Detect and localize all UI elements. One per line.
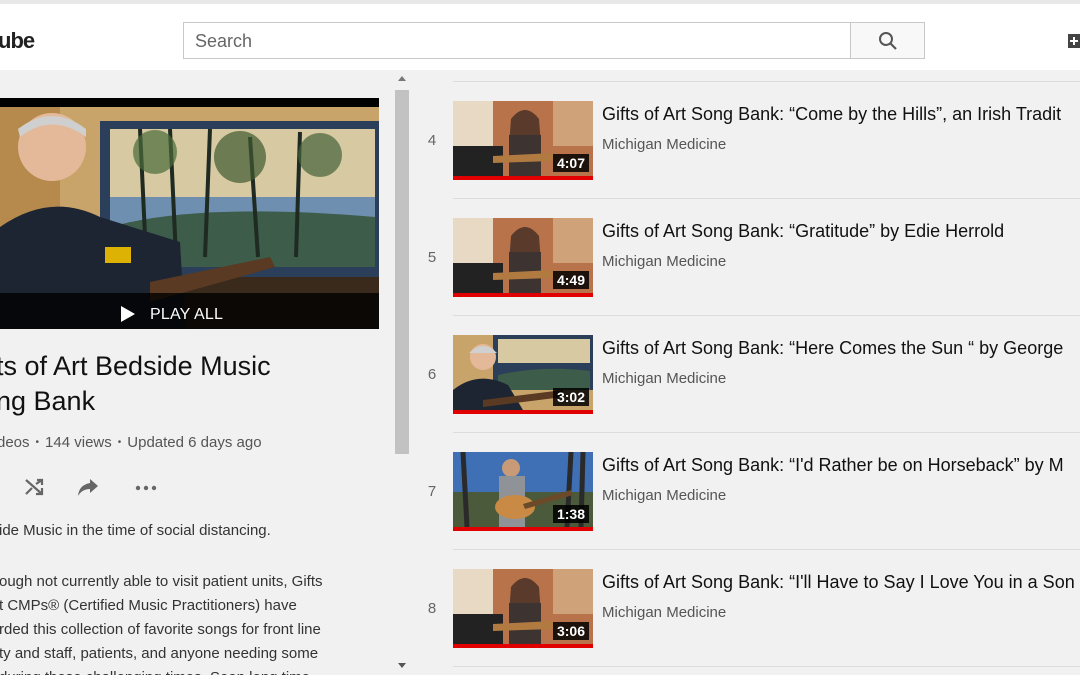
video-index: 6 bbox=[427, 366, 437, 383]
search-icon bbox=[879, 32, 897, 50]
playlist-sidebar: PLAY ALL ts of Art Bedside Music ng Bank… bbox=[0, 70, 390, 675]
duration-badge: 1:38 bbox=[552, 505, 589, 523]
search-input[interactable]: Search bbox=[183, 22, 851, 59]
playlist-hero-thumbnail[interactable]: PLAY ALL bbox=[0, 98, 379, 329]
channel-name[interactable]: Michigan Medicine bbox=[602, 370, 726, 387]
video-index: 8 bbox=[427, 600, 437, 617]
video-title[interactable]: Gifts of Art Song Bank: “Gratitude” by E… bbox=[602, 221, 1004, 242]
video-index: 7 bbox=[427, 483, 437, 500]
playlist-actions bbox=[0, 475, 200, 501]
description-line: ough not currently able to visit patient… bbox=[0, 573, 323, 590]
description-body: ough not currently able to visit patient… bbox=[0, 570, 359, 675]
channel-name[interactable]: Michigan Medicine bbox=[602, 136, 726, 153]
play-all-button[interactable]: PLAY ALL bbox=[0, 293, 379, 329]
playlist-video-list: 4 4:07 Gifts of Art Song Bank: “Come by … bbox=[412, 70, 1080, 675]
description-line: t CMPs® (Certified Music Practitioners) … bbox=[0, 597, 297, 614]
create-video-icon[interactable] bbox=[1068, 34, 1080, 48]
video-title[interactable]: Gifts of Art Song Bank: “I'd Rather be o… bbox=[602, 455, 1064, 476]
playlist-title-line2: ng Bank bbox=[0, 386, 96, 416]
playlist-stats: deos • 144 views • Updated 6 days ago bbox=[0, 434, 262, 451]
video-index: 4 bbox=[427, 132, 437, 149]
description-summary: ide Music in the time of social distanci… bbox=[0, 522, 271, 539]
description-line: during these challenging times. Soon lon… bbox=[0, 666, 359, 675]
channel-name[interactable]: Michigan Medicine bbox=[602, 487, 726, 504]
list-item[interactable]: 4 4:07 Gifts of Art Song Bank: “Come by … bbox=[412, 70, 1080, 187]
video-count: deos bbox=[0, 434, 30, 451]
description-line: ty and staff, patients, and anyone needi… bbox=[0, 645, 319, 662]
duration-badge: 3:02 bbox=[552, 388, 589, 406]
video-thumbnail[interactable]: 4:49 bbox=[453, 218, 593, 297]
play-icon bbox=[121, 306, 135, 322]
list-item[interactable]: 5 4:49 Gifts of Art Song Bank: “Gratitud… bbox=[412, 187, 1080, 304]
list-item[interactable]: 7 1:38 Gifts of Art Song Bank: “I'd Rath… bbox=[412, 421, 1080, 538]
duration-badge: 4:07 bbox=[552, 154, 589, 172]
video-title[interactable]: Gifts of Art Song Bank: “I'll Have to Sa… bbox=[602, 572, 1075, 593]
search-button[interactable] bbox=[850, 22, 925, 59]
scroll-up-arrow-icon[interactable] bbox=[398, 76, 406, 81]
updated-date: Updated 6 days ago bbox=[127, 434, 262, 451]
video-index: 5 bbox=[427, 249, 437, 266]
scrollbar-thumb[interactable] bbox=[395, 90, 409, 454]
divider bbox=[453, 666, 1080, 667]
share-icon[interactable] bbox=[76, 475, 100, 499]
shuffle-icon[interactable] bbox=[23, 475, 47, 499]
scroll-down-arrow-icon[interactable] bbox=[398, 663, 406, 668]
youtube-logo[interactable]: ube bbox=[0, 28, 35, 54]
view-count: 144 views bbox=[45, 434, 112, 451]
more-options-icon[interactable] bbox=[134, 475, 158, 499]
playlist-title-line1: ts of Art Bedside Music bbox=[0, 351, 271, 381]
video-title[interactable]: Gifts of Art Song Bank: “Come by the Hil… bbox=[602, 104, 1061, 125]
channel-name[interactable]: Michigan Medicine bbox=[602, 604, 726, 621]
video-thumbnail[interactable]: 1:38 bbox=[453, 452, 593, 531]
description-line: rded this collection of favorite songs f… bbox=[0, 621, 321, 638]
add-to-library-icon[interactable] bbox=[0, 475, 4, 499]
duration-badge: 4:49 bbox=[552, 271, 589, 289]
list-item[interactable]: 8 3:06 Gifts of Art Song Bank: “I'll Hav… bbox=[412, 538, 1080, 655]
list-item[interactable]: 6 3:02 Gifts of Art Song Bank: “Here Com… bbox=[412, 304, 1080, 421]
top-bar: ube Search bbox=[0, 0, 1080, 70]
duration-badge: 3:06 bbox=[552, 622, 589, 640]
video-thumbnail[interactable]: 4:07 bbox=[453, 101, 593, 180]
playlist-title: ts of Art Bedside Music ng Bank bbox=[0, 349, 386, 419]
play-all-label: PLAY ALL bbox=[150, 306, 224, 323]
channel-name[interactable]: Michigan Medicine bbox=[602, 253, 726, 270]
scrollbar[interactable] bbox=[392, 70, 412, 675]
video-title[interactable]: Gifts of Art Song Bank: “Here Comes the … bbox=[602, 338, 1063, 359]
video-thumbnail[interactable]: 3:02 bbox=[453, 335, 593, 414]
video-thumbnail[interactable]: 3:06 bbox=[453, 569, 593, 648]
